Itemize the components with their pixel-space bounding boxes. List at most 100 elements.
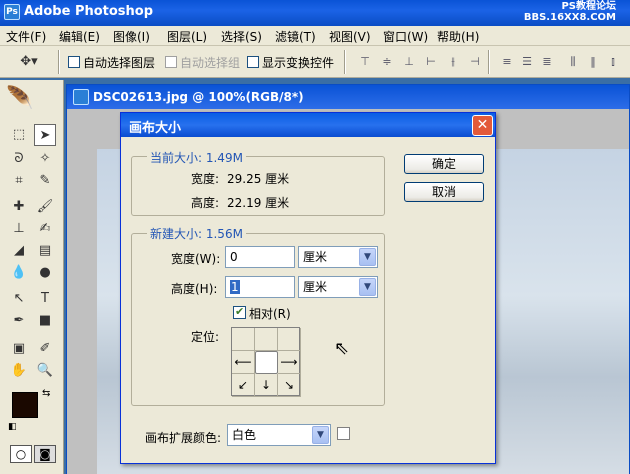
options-separator [344,50,346,74]
arrow-down-icon: ↓ [260,378,272,392]
auto-select-layer-checkbox[interactable] [68,56,80,68]
anchor-e[interactable]: ⟶ [278,351,301,374]
magic-wand-tool-icon[interactable]: ✧ [34,148,56,170]
dialog-titlebar[interactable]: 画布大小 ✕ [121,113,495,137]
crop-tool-icon[interactable]: ⌗ [8,170,30,192]
relative-checkbox[interactable]: ✔ [233,305,246,319]
move-tool-preset-icon[interactable]: ✥▾ [18,51,40,73]
menu-window[interactable]: 窗口(W) [383,28,428,45]
watermark-line1: PS教程论坛 [561,1,616,12]
lasso-tool-icon[interactable]: ᘐ [8,148,30,170]
default-colors-icon[interactable]: ◧ [8,422,17,432]
width-input[interactable]: 0 [225,246,295,268]
document-title: DSC02613.jpg @ 100%(RGB/8*) [93,90,304,104]
options-bar: ✥▾ 自动选择图层 自动选择组 显示变换控件 ⊤ ≑ ⊥ ⊢ ⫲ ⊣ ≡ ☰ ≣… [0,46,630,78]
dodge-tool-icon[interactable]: ● [34,262,56,284]
align-vcenter-icon[interactable]: ≑ [378,55,396,69]
slice-tool-icon[interactable]: ✎ [34,170,56,192]
zoom-tool-icon[interactable]: 🔍 [34,360,56,382]
menu-help[interactable]: 帮助(H) [437,28,479,45]
pen-tool-icon[interactable]: ✒ [8,310,30,332]
align-top-icon[interactable]: ⊤ [356,55,374,69]
distribute-hcenter-icon[interactable]: ‖ [584,55,602,69]
distribute-right-icon[interactable]: ⫾ [604,55,622,69]
extension-color-select[interactable]: 白色 ▼ [227,424,331,446]
distribute-top-icon[interactable]: ≡ [498,55,516,69]
auto-select-group-checkbox[interactable] [165,56,177,68]
align-hcenter-icon[interactable]: ⫲ [444,55,462,69]
arrow-down-left-icon: ↙ [237,378,249,392]
menu-select[interactable]: 选择(S) [221,28,262,45]
anchor-nw[interactable] [232,328,255,351]
quick-mask-mode-icon[interactable]: ◙ [34,445,56,463]
swap-colors-icon[interactable]: ⇆ [42,388,50,399]
anchor-s[interactable]: ↓ [255,374,278,397]
width-unit-select[interactable]: 厘米 ▼ [298,246,378,268]
eyedropper-tool-icon[interactable]: ✐ [34,338,56,360]
chevron-down-icon[interactable]: ▼ [359,248,376,266]
clone-stamp-tool-icon[interactable]: ⊥ [8,218,30,240]
photoshop-logo-icon: Ps [4,4,20,20]
anchor-sw[interactable]: ↙ [232,374,255,397]
current-width-value: 29.25 厘米 [227,172,290,186]
eraser-tool-icon[interactable]: ◢ [8,240,30,262]
anchor-se[interactable]: ↘ [278,374,301,397]
align-left-icon[interactable]: ⊢ [422,55,440,69]
notes-tool-icon[interactable]: ▣ [8,338,30,360]
blur-tool-icon[interactable]: 💧 [8,262,30,284]
arrow-right-icon: ⟶ [280,355,298,369]
menu-view[interactable]: 视图(V) [329,28,371,45]
current-size-header: 当前大小: 1.49M [147,149,246,166]
anchor-grid: ⟵ ⟶ ↙ ↓ ↘ [231,327,301,397]
auto-select-group-label: 自动选择组 [180,56,241,70]
app-title: Adobe Photoshop [24,4,154,19]
watermark: PS教程论坛 BBS.16XX8.COM [524,1,616,23]
menu-file[interactable]: 文件(F) [6,28,46,45]
menu-filter[interactable]: 滤镜(T) [275,28,316,45]
anchor-label: 定位: [191,330,220,344]
move-tool-icon[interactable]: ➤ [34,124,56,146]
document-titlebar[interactable]: DSC02613.jpg @ 100%(RGB/8*) [67,85,629,109]
menu-image[interactable]: 图像(I) [113,28,150,45]
checkmark-icon: ✔ [235,305,245,318]
distribute-vcenter-icon[interactable]: ☰ [518,55,536,69]
history-brush-tool-icon[interactable]: ✍ [34,218,56,240]
ok-button[interactable]: 确定 [404,154,484,174]
cancel-button[interactable]: 取消 [404,182,484,202]
chevron-down-icon[interactable]: ▼ [359,278,376,296]
path-selection-tool-icon[interactable]: ↖ [8,288,30,310]
show-transform-checkbox[interactable] [247,56,259,68]
brush-tool-icon[interactable]: 🖌 [34,196,56,218]
height-unit-value: 厘米 [303,280,328,294]
current-height-value: 22.19 厘米 [227,196,290,210]
distribute-left-icon[interactable]: ⫼ [564,55,582,69]
chevron-down-icon[interactable]: ▼ [312,426,329,444]
anchor-ne[interactable] [278,328,301,351]
width-unit-value: 厘米 [303,250,328,264]
foreground-color-swatch[interactable] [12,392,38,418]
hand-tool-icon[interactable]: ✋ [8,360,30,382]
mouse-pointer-icon: ⇖ [334,338,350,359]
height-unit-select[interactable]: 厘米 ▼ [298,276,378,298]
menu-edit[interactable]: 编辑(E) [59,28,100,45]
anchor-w[interactable]: ⟵ [232,351,255,374]
marquee-tool-icon[interactable]: ⬚ [8,124,30,146]
canvas-size-dialog: 画布大小 ✕ 当前大小: 1.49M 宽度: 29.25 厘米 高度: 22.1… [120,112,496,464]
align-bottom-icon[interactable]: ⊥ [400,55,418,69]
height-input[interactable]: 1 [225,276,295,298]
anchor-center[interactable] [255,351,278,374]
type-tool-icon[interactable]: T [34,288,56,310]
feather-logo-icon: 🪶 [6,86,34,111]
watermark-line2: BBS.16XX8.COM [523,12,616,23]
distribute-bottom-icon[interactable]: ≣ [538,55,556,69]
healing-brush-tool-icon[interactable]: ✚ [8,196,30,218]
extension-color-swatch[interactable] [337,427,350,440]
anchor-n[interactable] [255,328,278,351]
options-separator [488,50,490,74]
align-right-icon[interactable]: ⊣ [466,55,484,69]
standard-mode-icon[interactable]: ○ [10,445,32,463]
menu-layer[interactable]: 图层(L) [167,28,207,45]
gradient-tool-icon[interactable]: ▤ [34,240,56,262]
close-icon[interactable]: ✕ [472,115,493,136]
shape-tool-icon[interactable]: ■ [34,310,56,332]
